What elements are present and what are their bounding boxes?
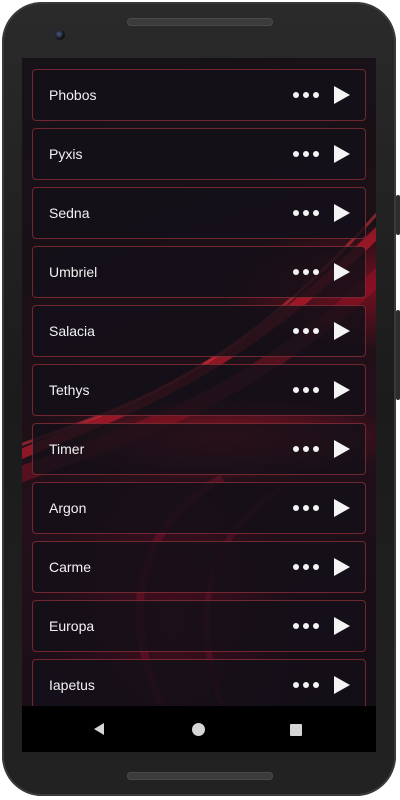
ringtone-row-tethys[interactable]: Tethys — [32, 364, 366, 416]
more-options-icon[interactable] — [293, 562, 319, 572]
ringtone-row-sedna[interactable]: Sedna — [32, 187, 366, 239]
app-screen: Phobos Pyxis Sedna Umbriel Salacia Tethy… — [22, 58, 376, 706]
nav-home-icon[interactable] — [192, 723, 205, 736]
ringtone-name: Umbriel — [49, 264, 98, 280]
nav-back-icon[interactable] — [92, 722, 106, 736]
more-options-icon[interactable] — [293, 208, 319, 218]
navigation-bar — [22, 706, 376, 752]
more-options-icon[interactable] — [293, 267, 319, 277]
play-icon[interactable] — [333, 439, 351, 459]
ringtone-row-phobos[interactable]: Phobos — [32, 69, 366, 121]
ringtone-name: Europa — [49, 618, 95, 634]
front-camera — [55, 30, 65, 40]
play-icon[interactable] — [333, 557, 351, 577]
ringtone-name: Timer — [49, 441, 85, 457]
more-options-icon[interactable] — [293, 621, 319, 631]
power-button — [396, 195, 400, 235]
play-icon[interactable] — [333, 85, 351, 105]
ringtone-row-iapetus[interactable]: Iapetus — [32, 659, 366, 706]
nav-recents-icon[interactable] — [290, 724, 302, 736]
ringtone-name: Pyxis — [49, 146, 83, 162]
more-options-icon[interactable] — [293, 680, 319, 690]
play-icon[interactable] — [333, 203, 351, 223]
bottom-speaker — [127, 772, 273, 780]
ringtone-row-argon[interactable]: Argon — [32, 482, 366, 534]
ringtone-name: Sedna — [49, 205, 90, 221]
more-options-icon[interactable] — [293, 503, 319, 513]
play-icon[interactable] — [333, 144, 351, 164]
ringtone-name: Iapetus — [49, 677, 95, 693]
more-options-icon[interactable] — [293, 149, 319, 159]
ringtone-row-pyxis[interactable]: Pyxis — [32, 128, 366, 180]
more-options-icon[interactable] — [293, 90, 319, 100]
ringtone-name: Carme — [49, 559, 92, 575]
volume-button — [396, 310, 400, 400]
ringtone-name: Phobos — [49, 87, 97, 103]
ringtone-row-umbriel[interactable]: Umbriel — [32, 246, 366, 298]
play-icon[interactable] — [333, 498, 351, 518]
ringtone-name: Argon — [49, 500, 87, 516]
play-icon[interactable] — [333, 380, 351, 400]
play-icon[interactable] — [333, 616, 351, 636]
ringtone-list: Phobos Pyxis Sedna Umbriel Salacia Tethy… — [32, 69, 366, 706]
play-icon[interactable] — [333, 321, 351, 341]
play-icon[interactable] — [333, 675, 351, 695]
phone-frame: Phobos Pyxis Sedna Umbriel Salacia Tethy… — [0, 0, 400, 800]
ringtone-name: Tethys — [49, 382, 90, 398]
ringtone-row-carme[interactable]: Carme — [32, 541, 366, 593]
ringtone-row-salacia[interactable]: Salacia — [32, 305, 366, 357]
more-options-icon[interactable] — [293, 444, 319, 454]
play-icon[interactable] — [333, 262, 351, 282]
more-options-icon[interactable] — [293, 326, 319, 336]
ringtone-name: Salacia — [49, 323, 95, 339]
ringtone-row-europa[interactable]: Europa — [32, 600, 366, 652]
ringtone-row-timer[interactable]: Timer — [32, 423, 366, 475]
top-speaker — [127, 18, 273, 26]
more-options-icon[interactable] — [293, 385, 319, 395]
